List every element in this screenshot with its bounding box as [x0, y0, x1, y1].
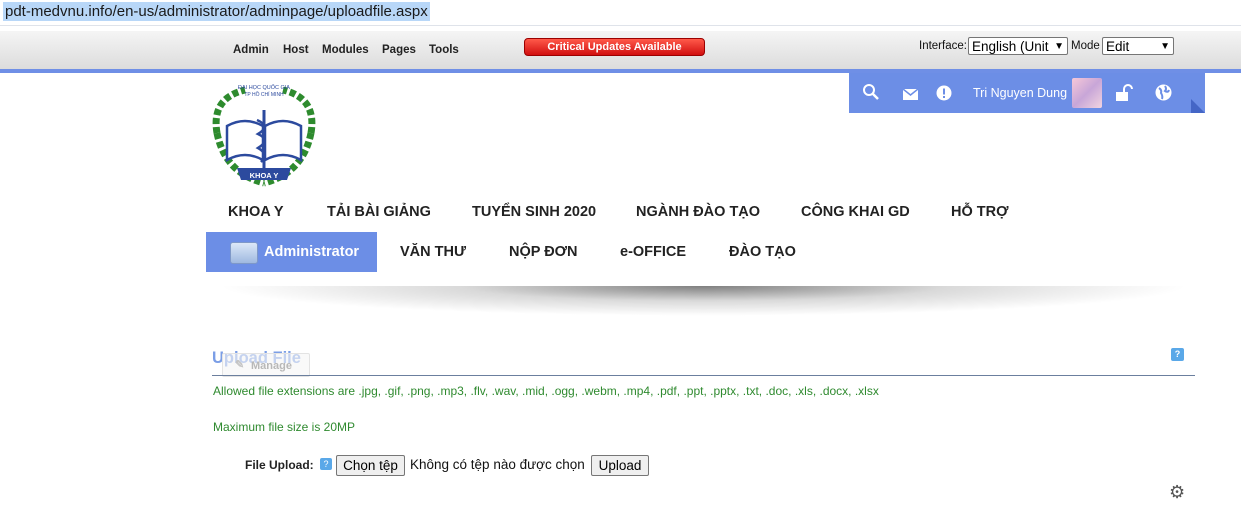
nav-administrator-label: Administrator — [264, 244, 360, 260]
chevron-down-icon: ▼ — [1160, 41, 1170, 52]
username-link[interactable]: Tri Nguyen Dung — [973, 86, 1067, 100]
menu-admin[interactable]: Admin — [233, 44, 269, 56]
manage-label: Manage — [251, 360, 292, 372]
pencil-icon: ✎ — [235, 359, 245, 371]
nav-shadow-divider — [216, 286, 1191, 316]
mode-select-value: Edit — [1106, 39, 1130, 54]
panel-fold — [1191, 99, 1205, 113]
search-icon[interactable] — [862, 83, 880, 106]
nav-khoa-y[interactable]: KHOA Y — [228, 204, 284, 220]
upload-button[interactable]: Upload — [591, 455, 649, 476]
file-upload-label: File Upload: — [245, 458, 314, 472]
mail-icon[interactable] — [902, 87, 919, 105]
mode-label: Mode — [1071, 40, 1100, 52]
mode-select[interactable]: Edit ▼ — [1102, 37, 1174, 55]
title-divider — [212, 375, 1195, 376]
logo-text-top: ĐẠI HỌC QUỐC GIA — [238, 84, 290, 91]
nav-nop-don[interactable]: NỘP ĐƠN — [509, 244, 578, 260]
nav-ho-tro[interactable]: HỖ TRỢ — [951, 204, 1008, 220]
site-logo[interactable]: KHOA Y ĐẠI HỌC QUỐC GIA TP HỒ CHÍ MINH — [205, 78, 323, 188]
help-icon[interactable]: ? — [1171, 348, 1184, 361]
nav-tuyen-sinh[interactable]: TUYỂN SINH 2020 — [472, 204, 596, 220]
nav-dao-tao[interactable]: ĐÀO TẠO — [729, 244, 796, 260]
url-text[interactable]: pdt-medvnu.info/en-us/administrator/admi… — [3, 2, 430, 21]
alert-icon[interactable] — [936, 85, 952, 106]
menu-host[interactable]: Host — [283, 44, 309, 56]
nav-administrator[interactable]: Administrator — [206, 232, 377, 272]
globe-icon[interactable] — [1155, 84, 1172, 106]
info-icon[interactable]: ? — [320, 458, 332, 470]
nav-cong-khai[interactable]: CÔNG KHAI GD — [801, 204, 910, 220]
interface-select[interactable]: English (Unit ▼ — [968, 37, 1068, 55]
menu-modules[interactable]: Modules — [322, 44, 369, 56]
nav-tai-bai-giang[interactable]: TẢI BÀI GIẢNG — [327, 204, 431, 220]
browser-url-bar[interactable]: pdt-medvnu.info/en-us/administrator/admi… — [0, 0, 1241, 26]
allowed-extensions-text: Allowed file extensions are .jpg, .gif, … — [213, 384, 879, 398]
menu-tools[interactable]: Tools — [429, 44, 459, 56]
no-file-text: Không có tệp nào được chọn — [410, 457, 585, 472]
interface-label: Interface: — [919, 40, 967, 52]
nav-e-office[interactable]: e-OFFICE — [620, 244, 686, 260]
nav-nganh-dao-tao[interactable]: NGÀNH ĐÀO TẠO — [636, 204, 760, 220]
logo-text-sub: TP HỒ CHÍ MINH — [244, 91, 284, 98]
chevron-down-icon: ▼ — [1054, 41, 1064, 52]
nav-van-thu[interactable]: VĂN THƯ — [400, 244, 466, 260]
menu-pages[interactable]: Pages — [382, 44, 416, 56]
avatar[interactable] — [1072, 78, 1102, 108]
folder-icon — [230, 242, 258, 264]
interface-select-value: English (Unit — [972, 39, 1049, 54]
gear-icon[interactable]: ⚙ — [1169, 482, 1185, 503]
critical-updates-button[interactable]: Critical Updates Available — [524, 38, 705, 56]
max-size-text: Maximum file size is 20MP — [213, 420, 356, 434]
logo-ribbon-text: KHOA Y — [250, 171, 279, 180]
manage-button[interactable]: ✎ Manage — [222, 353, 310, 377]
unlock-icon[interactable] — [1115, 84, 1133, 107]
choose-file-button[interactable]: Chọn tệp — [336, 455, 405, 476]
